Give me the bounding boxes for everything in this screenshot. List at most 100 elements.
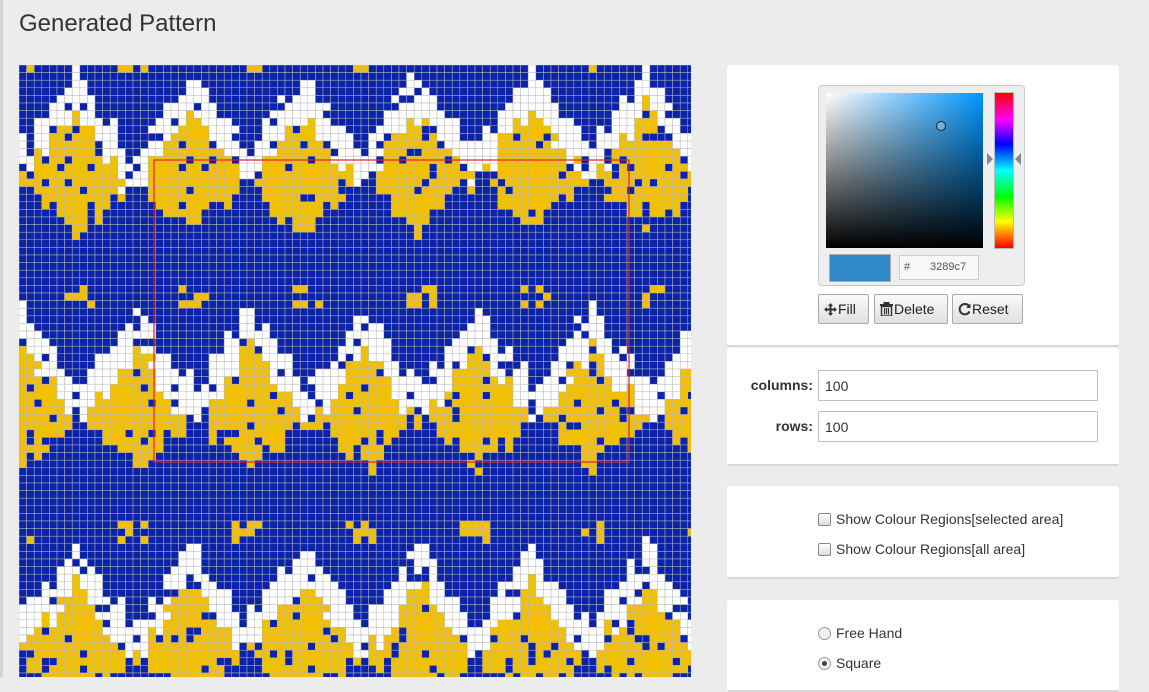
grid-cell[interactable] bbox=[330, 330, 339, 339]
grid-cell[interactable] bbox=[19, 262, 27, 271]
grid-cell[interactable] bbox=[634, 376, 643, 385]
grid-cell[interactable] bbox=[322, 65, 331, 73]
grid-cell[interactable] bbox=[543, 254, 552, 263]
grid-cell[interactable] bbox=[436, 216, 445, 225]
grid-cell[interactable] bbox=[413, 65, 423, 73]
grid-cell[interactable] bbox=[391, 133, 400, 142]
grid-cell[interactable] bbox=[383, 231, 392, 241]
grid-cell[interactable] bbox=[657, 269, 666, 279]
grid-cell[interactable] bbox=[79, 209, 88, 218]
grid-cell[interactable] bbox=[489, 79, 499, 89]
grid-cell[interactable] bbox=[277, 300, 286, 309]
grid-cell[interactable] bbox=[482, 186, 491, 195]
grid-cell[interactable] bbox=[543, 178, 552, 187]
grid-cell[interactable] bbox=[421, 361, 430, 370]
grid-cell[interactable] bbox=[216, 330, 225, 339]
grid-cell[interactable] bbox=[360, 133, 369, 142]
grid-cell[interactable] bbox=[588, 95, 597, 104]
grid-cell[interactable] bbox=[254, 231, 263, 241]
grid-cell[interactable] bbox=[657, 399, 666, 408]
grid-cell[interactable] bbox=[626, 231, 635, 241]
grid-cell[interactable] bbox=[223, 353, 233, 362]
grid-cell[interactable] bbox=[649, 323, 658, 332]
grid-cell[interactable] bbox=[634, 262, 643, 271]
grid-cell[interactable] bbox=[588, 171, 597, 180]
grid-cell[interactable] bbox=[383, 323, 392, 332]
grid-cell[interactable] bbox=[269, 444, 278, 453]
grid-cell[interactable] bbox=[26, 406, 35, 415]
grid-cell[interactable] bbox=[284, 209, 293, 218]
grid-cell[interactable] bbox=[254, 482, 263, 491]
grid-cell[interactable] bbox=[459, 437, 468, 446]
grid-cell[interactable] bbox=[216, 209, 225, 218]
grid-cell[interactable] bbox=[543, 239, 552, 248]
grid-cell[interactable] bbox=[41, 133, 50, 142]
grid-cell[interactable] bbox=[421, 224, 430, 233]
grid-cell[interactable] bbox=[102, 186, 111, 195]
grid-cell[interactable] bbox=[208, 163, 217, 172]
grid-cell[interactable] bbox=[634, 285, 643, 294]
grid-cell[interactable] bbox=[619, 353, 628, 362]
grid-cell[interactable] bbox=[56, 193, 65, 203]
grid-cell[interactable] bbox=[261, 391, 271, 400]
grid-cell[interactable] bbox=[19, 148, 27, 157]
grid-cell[interactable] bbox=[664, 148, 673, 157]
grid-cell[interactable] bbox=[155, 125, 164, 134]
grid-cell[interactable] bbox=[535, 361, 544, 370]
grid-cell[interactable] bbox=[611, 239, 620, 248]
grid-cell[interactable] bbox=[201, 323, 210, 332]
grid-cell[interactable] bbox=[299, 262, 309, 271]
grid-cell[interactable] bbox=[634, 65, 643, 73]
grid-cell[interactable] bbox=[573, 163, 582, 172]
grid-cell[interactable] bbox=[87, 193, 96, 203]
grid-cell[interactable] bbox=[687, 231, 691, 241]
grid-cell[interactable] bbox=[208, 125, 217, 134]
grid-cell[interactable] bbox=[512, 87, 521, 96]
grid-cell[interactable] bbox=[421, 437, 430, 446]
grid-cell[interactable] bbox=[664, 79, 673, 89]
grid-cell[interactable] bbox=[679, 171, 689, 180]
grid-cell[interactable] bbox=[679, 216, 689, 225]
grid-cell[interactable] bbox=[147, 209, 157, 218]
grid-cell[interactable] bbox=[649, 216, 658, 225]
grid-cell[interactable] bbox=[596, 452, 605, 461]
grid-cell[interactable] bbox=[489, 330, 499, 339]
grid-cell[interactable] bbox=[550, 140, 559, 149]
grid-cell[interactable] bbox=[223, 338, 233, 347]
grid-cell[interactable] bbox=[603, 361, 613, 370]
grid-cell[interactable] bbox=[109, 186, 119, 195]
grid-cell[interactable] bbox=[664, 140, 673, 149]
grid-cell[interactable] bbox=[87, 300, 96, 309]
grid-cell[interactable] bbox=[33, 406, 43, 415]
grid-cell[interactable] bbox=[64, 376, 73, 385]
grid-cell[interactable] bbox=[94, 277, 103, 286]
grid-cell[interactable] bbox=[375, 307, 385, 317]
grid-cell[interactable] bbox=[277, 65, 286, 73]
grid-cell[interactable] bbox=[565, 368, 575, 377]
grid-cell[interactable] bbox=[626, 292, 635, 301]
grid-cell[interactable] bbox=[277, 231, 286, 241]
grid-cell[interactable] bbox=[406, 193, 415, 203]
grid-cell[interactable] bbox=[679, 482, 689, 491]
grid-cell[interactable] bbox=[421, 467, 430, 476]
grid-cell[interactable] bbox=[147, 133, 157, 142]
grid-cell[interactable] bbox=[125, 475, 134, 484]
grid-cell[interactable] bbox=[193, 300, 202, 309]
grid-cell[interactable] bbox=[619, 231, 628, 241]
grid-cell[interactable] bbox=[444, 467, 453, 476]
grid-cell[interactable] bbox=[185, 323, 195, 332]
grid-cell[interactable] bbox=[360, 65, 369, 73]
grid-cell[interactable] bbox=[56, 171, 65, 180]
grid-cell[interactable] bbox=[19, 292, 27, 301]
grid-cell[interactable] bbox=[619, 399, 628, 408]
grid-cell[interactable] bbox=[94, 338, 103, 347]
grid-cell[interactable] bbox=[512, 224, 521, 233]
grid-cell[interactable] bbox=[170, 87, 179, 96]
grid-cell[interactable] bbox=[345, 406, 354, 415]
grid-cell[interactable] bbox=[353, 437, 362, 446]
grid-cell[interactable] bbox=[626, 65, 635, 73]
grid-cell[interactable] bbox=[444, 307, 453, 317]
grid-cell[interactable] bbox=[375, 399, 385, 408]
grid-cell[interactable] bbox=[459, 345, 468, 355]
grid-cell[interactable] bbox=[261, 72, 271, 81]
